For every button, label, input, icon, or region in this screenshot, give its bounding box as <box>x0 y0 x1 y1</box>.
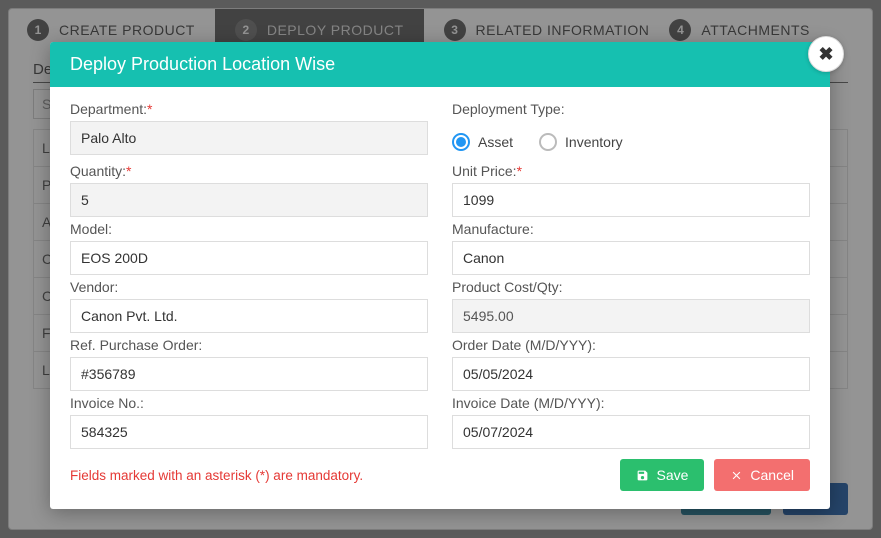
invoice-date-label: Invoice Date (M/D/YYY): <box>452 395 810 411</box>
radio-unchecked-icon <box>539 133 557 151</box>
radio-asset[interactable]: Asset <box>452 133 513 151</box>
mandatory-note: Fields marked with an asterisk (*) are m… <box>70 468 620 483</box>
product-cost-qty-row: Product Cost/Qty: <box>452 279 810 333</box>
vendor-label: Vendor: <box>70 279 428 295</box>
close-icon: ✖ <box>818 44 833 65</box>
vendor-field-row: Vendor: <box>70 279 428 333</box>
model-input[interactable] <box>70 241 428 275</box>
radio-checked-icon <box>452 133 470 151</box>
invoice-no-input[interactable] <box>70 415 428 449</box>
quantity-input[interactable] <box>70 183 428 217</box>
ref-po-label: Ref. Purchase Order: <box>70 337 428 353</box>
model-label: Model: <box>70 221 428 237</box>
save-button[interactable]: Save <box>620 459 704 491</box>
invoice-date-field-row: Invoice Date (M/D/YYY): <box>452 395 810 449</box>
order-date-field-row: Order Date (M/D/YYY): <box>452 337 810 391</box>
invoice-no-label: Invoice No.: <box>70 395 428 411</box>
product-cost-qty-label: Product Cost/Qty: <box>452 279 810 295</box>
vendor-input[interactable] <box>70 299 428 333</box>
department-label: Department:* <box>70 101 428 117</box>
radio-asset-label: Asset <box>478 134 513 150</box>
product-cost-qty-input <box>452 299 810 333</box>
manufacture-input[interactable] <box>452 241 810 275</box>
deployment-type-row: Deployment Type: Asset Inventory <box>452 101 810 159</box>
radio-inventory[interactable]: Inventory <box>539 133 623 151</box>
unit-price-label: Unit Price:* <box>452 163 810 179</box>
order-date-label: Order Date (M/D/YYY): <box>452 337 810 353</box>
manufacture-field-row: Manufacture: <box>452 221 810 275</box>
invoice-no-field-row: Invoice No.: <box>70 395 428 449</box>
manufacture-label: Manufacture: <box>452 221 810 237</box>
cancel-label: Cancel <box>750 467 794 483</box>
radio-inventory-label: Inventory <box>565 134 623 150</box>
cancel-button[interactable]: Cancel <box>714 459 810 491</box>
close-button[interactable]: ✖ <box>808 36 844 72</box>
ref-po-input[interactable] <box>70 357 428 391</box>
deploy-modal: ✖ Deploy Production Location Wise Depart… <box>50 42 830 509</box>
invoice-date-input[interactable] <box>452 415 810 449</box>
quantity-label: Quantity:* <box>70 163 428 179</box>
deployment-type-label: Deployment Type: <box>452 101 810 117</box>
model-field-row: Model: <box>70 221 428 275</box>
unit-price-field-row: Unit Price:* <box>452 163 810 217</box>
department-field-row: Department:* <box>70 101 428 159</box>
save-icon <box>636 469 649 482</box>
save-label: Save <box>656 467 688 483</box>
cancel-icon <box>730 469 743 482</box>
order-date-input[interactable] <box>452 357 810 391</box>
unit-price-input[interactable] <box>452 183 810 217</box>
ref-po-field-row: Ref. Purchase Order: <box>70 337 428 391</box>
modal-title: Deploy Production Location Wise <box>50 42 830 87</box>
department-input[interactable] <box>70 121 428 155</box>
quantity-field-row: Quantity:* <box>70 163 428 217</box>
